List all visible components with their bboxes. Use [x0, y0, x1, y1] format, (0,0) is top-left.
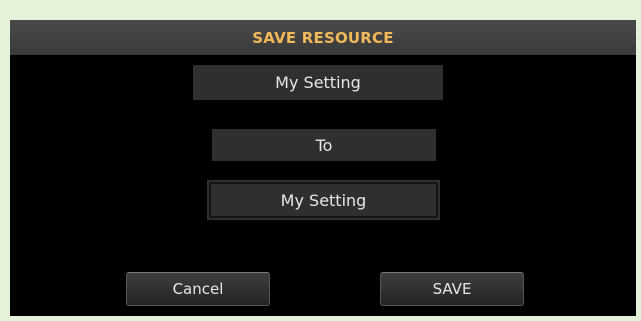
save-resource-dialog: SAVE RESOURCE My Setting To My Setting C… [10, 20, 636, 316]
dialog-title-bar: SAVE RESOURCE [10, 20, 636, 55]
destination-name-field[interactable]: My Setting [207, 180, 440, 220]
source-name-field: My Setting [193, 65, 443, 100]
to-label: To [212, 129, 436, 161]
dialog-title: SAVE RESOURCE [252, 28, 394, 47]
cancel-button[interactable]: Cancel [126, 272, 270, 306]
screen-frame: SAVE RESOURCE My Setting To My Setting C… [0, 0, 641, 321]
save-button[interactable]: SAVE [380, 272, 524, 306]
